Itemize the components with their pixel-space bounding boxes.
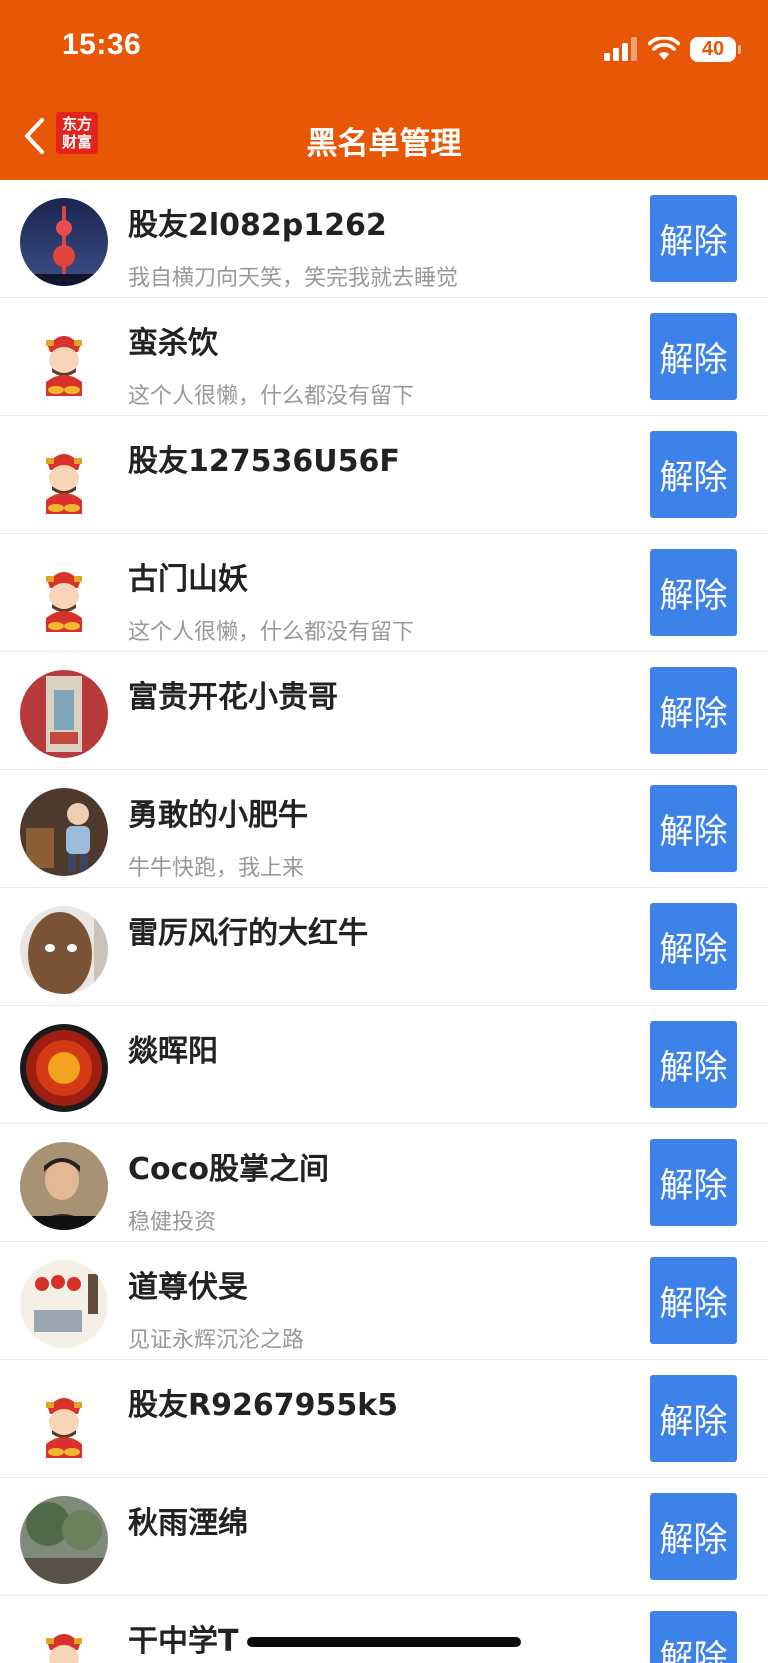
signal-icon [604,37,637,61]
sun-avatar[interactable] [20,1024,108,1112]
fortune-god-avatar[interactable] [20,552,108,640]
user-name: 道尊伏旻 [128,1270,248,1305]
list-item[interactable]: 道尊伏旻见证永辉沉沦之路 解除 [0,1242,768,1360]
unblock-button[interactable]: 解除 [650,313,737,400]
list-item[interactable]: 股友R9267955k5 解除 [0,1360,768,1478]
page-title: 黑名单管理 [306,126,462,162]
fortune-god-avatar[interactable] [20,1378,108,1466]
user-name: 秋雨湮绵 [128,1506,248,1541]
list-item[interactable]: 富贵开花小贵哥 解除 [0,652,768,770]
painting-avatar[interactable] [20,670,108,758]
user-name: 燚晖阳 [128,1034,218,1069]
user-bio: 稳健投资 [128,1210,217,1235]
face-photo-avatar[interactable] [20,906,108,994]
list-item[interactable]: 雷厉风行的大红牛 解除 [0,888,768,1006]
user-name: 雷厉风行的大红牛 [128,916,368,951]
user-bio: 我自横刀向天笑，笑完我就去睡觉 [128,266,459,291]
fortune-god-avatar[interactable] [20,316,108,404]
man-photo-avatar[interactable] [20,1142,108,1230]
list-item[interactable]: 古门山妖这个人很懒，什么都没有留下 解除 [0,534,768,652]
status-icons: 40 [604,36,741,62]
user-name: 股友127536U56F [128,444,400,479]
blacklist: 股友2l082p1262 我自横刀向天笑，笑完我就去睡觉 解除 蛮杀饮 这个人很懒，什么… [0,180,768,1663]
list-item[interactable]: 股友2l082p1262 我自横刀向天笑，笑完我就去睡觉 解除 [0,180,768,298]
unblock-button[interactable]: 解除 [650,1021,737,1108]
unblock-button[interactable]: 解除 [650,1375,737,1462]
user-name: 富贵开花小贵哥 [128,680,338,715]
status-time: 15:36 [62,28,142,61]
user-name: 股友2l082p1262 [128,208,387,243]
user-bio: 这个人很懒，什么都没有留下 [128,384,415,409]
list-item[interactable]: 勇敢的小肥牛牛牛快跑，我上来 解除 [0,770,768,888]
unblock-button[interactable]: 解除 [650,1139,737,1226]
nav-bar: 东方 财富 黑名单管理 [0,96,768,180]
fortune-god-avatar[interactable] [20,434,108,522]
child-photo-avatar[interactable] [20,788,108,876]
user-bio: 牛牛快跑，我上来 [128,856,305,881]
battery-icon: 40 [690,36,741,62]
user-bio: 这个人很懒，什么都没有留下 [128,620,415,645]
fortune-god-avatar[interactable] [20,1614,108,1663]
unblock-button[interactable]: 解除 [650,1493,737,1580]
list-item[interactable]: 干中学T 解除 [0,1596,768,1663]
status-bar: 15:36 40 [0,0,768,96]
lantern-painting-avatar[interactable] [20,1260,108,1348]
unblock-button[interactable]: 解除 [650,667,737,754]
list-item[interactable]: Coco股掌之间稳健投资 解除 [0,1124,768,1242]
unblock-button[interactable]: 解除 [650,549,737,636]
unblock-button[interactable]: 解除 [650,1611,737,1663]
user-name: Coco股掌之间 [128,1152,330,1187]
user-name: 蛮杀饮 [128,326,218,361]
app-header: 15:36 40 东方 财富 黑名单管理 [0,0,768,180]
list-item[interactable]: 秋雨湮绵 解除 [0,1478,768,1596]
unblock-button[interactable]: 解除 [650,195,737,282]
unblock-button[interactable]: 解除 [650,1257,737,1344]
tower-photo-avatar[interactable] [20,198,108,286]
user-name: 干中学T [128,1624,239,1659]
list-item[interactable]: 燚晖阳 解除 [0,1006,768,1124]
wifi-icon [648,37,680,60]
home-indicator [247,1637,521,1647]
unblock-button[interactable]: 解除 [650,903,737,990]
user-bio: 见证永辉沉沦之路 [128,1328,305,1353]
user-name: 勇敢的小肥牛 [128,798,308,833]
list-item[interactable]: 蛮杀饮这个人很懒，什么都没有留下 解除 [0,298,768,416]
garden-photo-avatar[interactable] [20,1496,108,1584]
unblock-button[interactable]: 解除 [650,785,737,872]
user-name: 古门山妖 [128,562,248,597]
unblock-button[interactable]: 解除 [650,431,737,518]
list-item[interactable]: 股友127536U56F 解除 [0,416,768,534]
battery-level: 40 [701,37,725,60]
user-name: 股友R9267955k5 [128,1388,399,1423]
